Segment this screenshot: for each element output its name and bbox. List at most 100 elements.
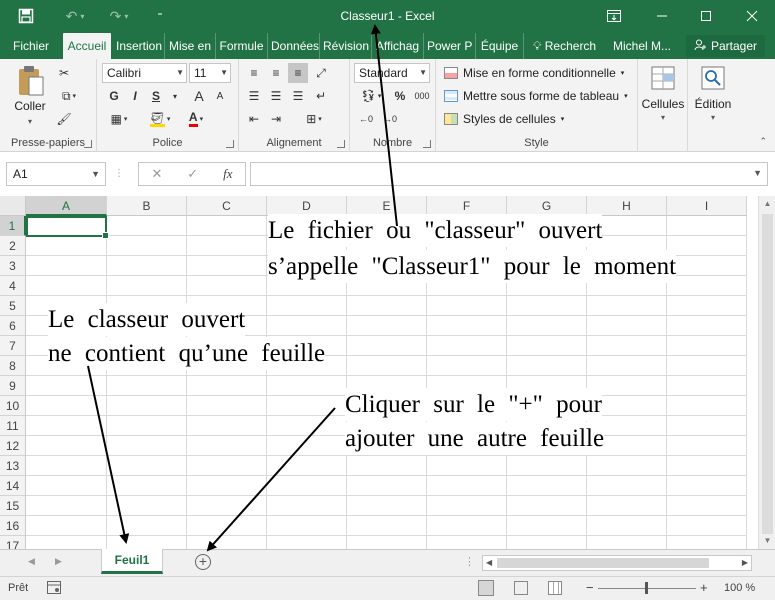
tab-mise-en-page[interactable]: Mise en	[165, 33, 216, 59]
column-header-g[interactable]: G	[507, 196, 587, 216]
grow-font-button[interactable]: A	[189, 86, 209, 106]
column-header-e[interactable]: E	[347, 196, 427, 216]
cells-group[interactable]: Cellules ▾	[638, 59, 688, 152]
check-icon[interactable]: ✓	[187, 166, 198, 182]
number-launcher-icon[interactable]	[423, 140, 431, 148]
copy-icon[interactable]: ⧉ ▾	[54, 86, 84, 106]
zoom-slider-thumb[interactable]	[645, 582, 648, 594]
italic-button[interactable]: I	[125, 86, 145, 106]
insert-function-button[interactable]: fx	[223, 166, 232, 182]
accounting-format-icon[interactable]: 💱︎ ▾	[356, 86, 386, 106]
align-left-icon[interactable]: ☰	[244, 86, 264, 106]
conditional-formatting-button[interactable]: Mise en forme conditionnelle ▾	[444, 63, 624, 83]
formula-input[interactable]: ▼	[250, 162, 768, 186]
sheet-next-icon[interactable]: ▶	[55, 556, 62, 567]
row-header-16[interactable]: 16	[0, 516, 26, 536]
borders-icon[interactable]: ▦ ▾	[104, 109, 134, 129]
row-header-9[interactable]: 9	[0, 376, 26, 396]
macro-record-icon[interactable]	[47, 581, 61, 597]
tab-insertion[interactable]: Insertion	[113, 33, 165, 59]
zoom-level[interactable]: 100 %	[724, 582, 755, 594]
share-button[interactable]: Partager	[685, 35, 765, 57]
shrink-font-button[interactable]: A	[210, 86, 230, 106]
number-format-select[interactable]: Standard ▼	[354, 63, 430, 83]
select-all-corner[interactable]	[0, 196, 26, 216]
decrease-decimal-icon[interactable]: →0	[380, 109, 400, 129]
increase-decimal-icon[interactable]: ←0	[356, 109, 376, 129]
zoom-out-button[interactable]: −	[586, 580, 594, 595]
vertical-scroll-thumb[interactable]	[762, 214, 773, 534]
tab-equipe[interactable]: Équipe	[476, 33, 524, 59]
tab-power-pivot[interactable]: Power P	[424, 33, 476, 59]
align-right-icon[interactable]: ☰	[288, 86, 308, 106]
font-launcher-icon[interactable]	[226, 140, 234, 148]
cut-icon[interactable]: ✂︎	[54, 63, 74, 83]
row-header-2[interactable]: 2	[0, 236, 26, 256]
maximize-icon[interactable]	[689, 4, 723, 28]
tab-split-handle-icon[interactable]: ⋮	[464, 555, 475, 568]
row-header-12[interactable]: 12	[0, 436, 26, 456]
worksheet-grid[interactable]: ABCDEFGHI 1 2 3 4 5 6 7 8 9 10 11 12 13 14 15 16 17 ▲ ▼	[0, 196, 775, 549]
column-header-a[interactable]: A	[26, 196, 107, 216]
wrap-text-icon[interactable]: ↵	[311, 86, 331, 106]
minimize-icon[interactable]	[645, 4, 679, 28]
cell-styles-button[interactable]: Styles de cellules ▾	[444, 109, 564, 129]
sheet-prev-icon[interactable]: ◀	[28, 556, 35, 567]
bold-button[interactable]: G	[104, 86, 124, 106]
alignment-launcher-icon[interactable]	[337, 140, 345, 148]
page-layout-view-icon[interactable]	[514, 581, 528, 595]
editing-group[interactable]: Édition ▾	[688, 59, 738, 152]
page-break-view-icon[interactable]	[548, 581, 562, 595]
active-cell[interactable]	[26, 216, 109, 239]
row-header-14[interactable]: 14	[0, 476, 26, 496]
row-header-15[interactable]: 15	[0, 496, 26, 516]
decrease-indent-icon[interactable]: ⇤	[244, 109, 264, 129]
percent-button[interactable]: %	[390, 86, 410, 106]
tab-donnees[interactable]: Données	[268, 33, 320, 59]
tab-formules[interactable]: Formule	[216, 33, 268, 59]
font-size-select[interactable]: 11 ▼	[189, 63, 231, 83]
normal-view-icon[interactable]	[478, 580, 494, 596]
format-painter-icon[interactable]: 🖌︎	[54, 109, 74, 129]
collapse-ribbon-icon[interactable]: ⌃	[759, 136, 767, 147]
vertical-scrollbar[interactable]: ▲ ▼	[758, 196, 775, 549]
align-middle-icon[interactable]: ≡	[266, 63, 286, 83]
row-header-3[interactable]: 3	[0, 256, 26, 276]
column-header-h[interactable]: H	[587, 196, 667, 216]
paste-button[interactable]: Coller ▾	[8, 65, 52, 131]
user-name[interactable]: Michel M...	[608, 33, 676, 59]
column-header-i[interactable]: I	[667, 196, 747, 216]
thousands-button[interactable]: 000	[412, 86, 432, 106]
add-sheet-button[interactable]: +	[195, 554, 211, 570]
align-bottom-icon[interactable]: ≡	[288, 63, 308, 83]
underline-button[interactable]: S	[146, 86, 166, 106]
column-header-d[interactable]: D	[267, 196, 347, 216]
tab-revision[interactable]: Révision	[320, 33, 372, 59]
row-header-6[interactable]: 6	[0, 316, 26, 336]
row-header-8[interactable]: 8	[0, 356, 26, 376]
tab-accueil[interactable]: Accueil	[63, 33, 111, 59]
format-as-table-button[interactable]: Mettre sous forme de tableau ▾	[444, 86, 628, 106]
increase-indent-icon[interactable]: ⇥	[266, 109, 286, 129]
column-header-c[interactable]: C	[187, 196, 267, 216]
font-name-select[interactable]: Calibri ▼	[102, 63, 187, 83]
tab-fichier[interactable]: Fichier	[8, 33, 54, 59]
horizontal-scrollbar[interactable]: ◀ ▶	[482, 555, 752, 571]
row-header-13[interactable]: 13	[0, 456, 26, 476]
close-icon[interactable]	[735, 4, 769, 28]
row-header-11[interactable]: 11	[0, 416, 26, 436]
ribbon-display-icon[interactable]	[597, 4, 631, 28]
row-header-17[interactable]: 17	[0, 536, 26, 549]
row-header-7[interactable]: 7	[0, 336, 26, 356]
sheet-tab-feuil1[interactable]: Feuil1	[101, 549, 163, 574]
name-box[interactable]: A1 ▼	[6, 162, 106, 186]
align-top-icon[interactable]: ≡	[244, 63, 264, 83]
row-header-1[interactable]: 1	[0, 216, 26, 236]
orientation-icon[interactable]: ⤢	[311, 63, 331, 83]
row-header-5[interactable]: 5	[0, 296, 26, 316]
tab-affichage[interactable]: Affichag	[372, 33, 424, 59]
row-header-10[interactable]: 10	[0, 396, 26, 416]
zoom-in-button[interactable]: +	[700, 580, 708, 595]
underline-dropdown-icon[interactable]: ▾	[165, 86, 185, 106]
horizontal-scroll-thumb[interactable]	[497, 558, 709, 568]
